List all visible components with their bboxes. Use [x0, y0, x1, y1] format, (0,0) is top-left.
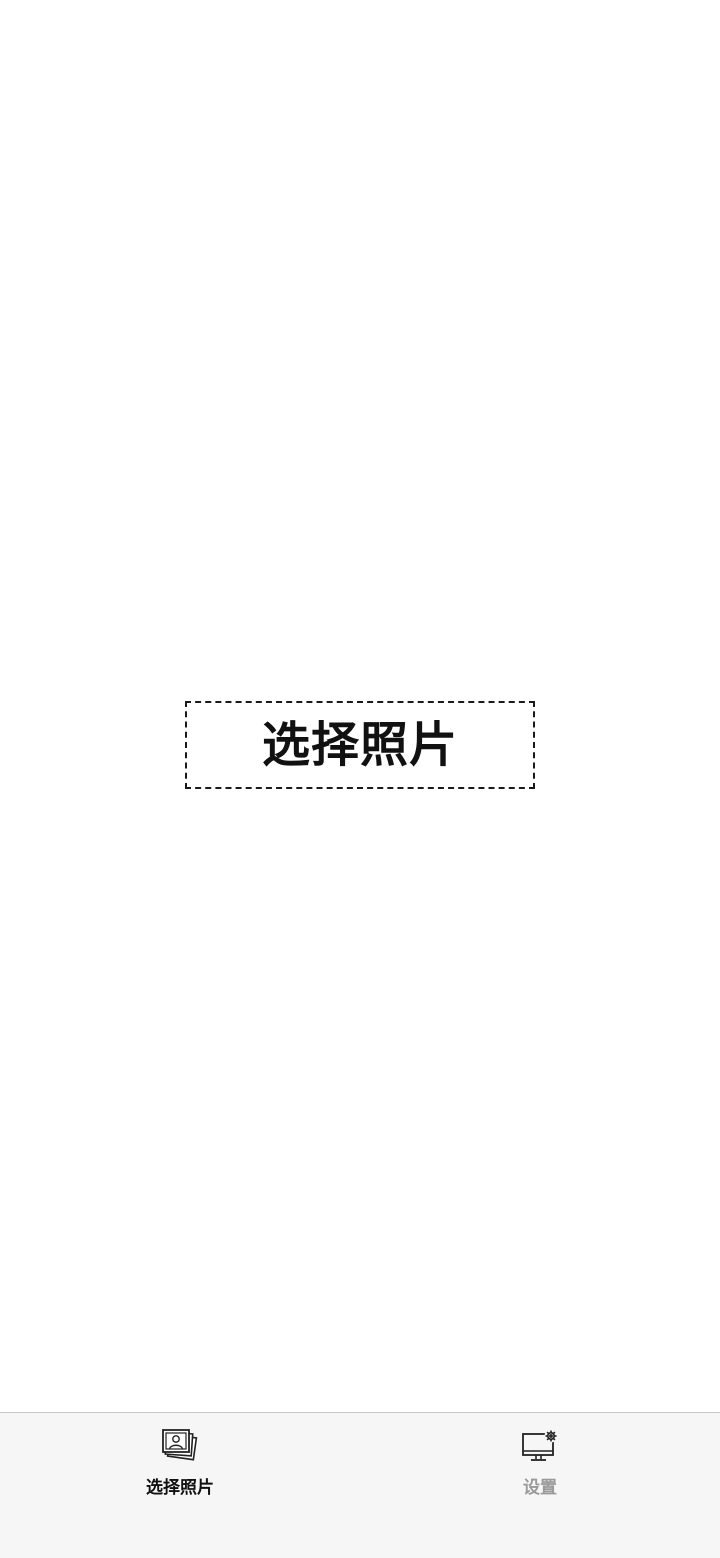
bottom-tab-bar: 选择照片 设置 [0, 1412, 720, 1558]
monitor-settings-icon [522, 1429, 558, 1461]
app-screen: 选择照片 选择照片 设置 [0, 0, 720, 1558]
tab-settings[interactable]: 设置 [360, 1413, 720, 1558]
main-content: 选择照片 [0, 0, 720, 1412]
tab-select-photo[interactable]: 选择照片 [0, 1413, 360, 1558]
tab-settings-label: 设置 [523, 1478, 557, 1498]
select-photo-button-label: 选择照片 [261, 717, 458, 773]
select-photo-button[interactable]: 选择照片 [185, 701, 535, 789]
tab-select-photo-label: 选择照片 [146, 1478, 214, 1498]
photos-icon [162, 1429, 198, 1461]
